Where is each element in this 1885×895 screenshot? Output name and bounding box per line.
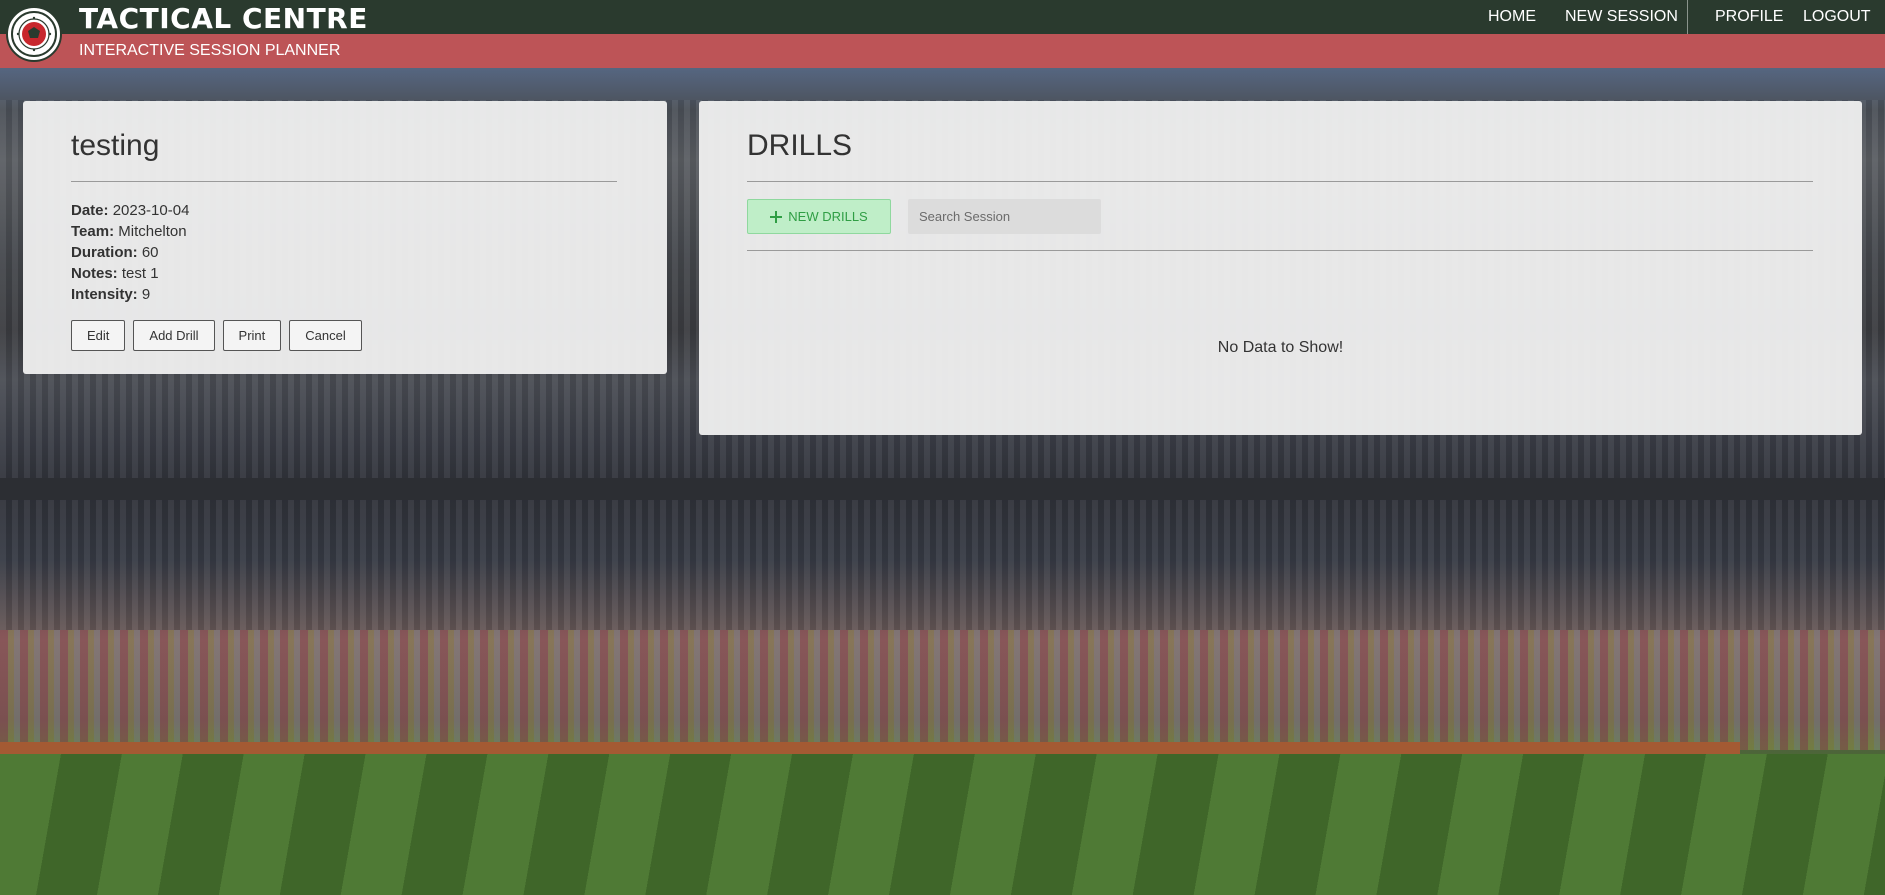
detail-value: Mitchelton — [118, 223, 187, 240]
cancel-button[interactable]: Cancel — [289, 320, 362, 351]
session-divider — [71, 181, 617, 182]
nav-home-link[interactable]: HOME — [1488, 8, 1536, 26]
detail-value: test 1 — [121, 265, 159, 282]
drills-divider-bottom — [747, 250, 1813, 251]
session-details-list: Date: 2023-10-04 Team: Mitchelton Durati… — [71, 200, 189, 305]
empty-state-message: No Data to Show! — [1217, 339, 1344, 356]
nav-profile-link[interactable]: PROFILE — [1715, 8, 1783, 26]
drills-divider-top — [747, 181, 1813, 182]
session-details-panel: testing Date: 2023-10-04 Team: Mitchelto… — [23, 101, 667, 374]
logo-badge-icon — [11, 11, 57, 57]
drills-heading: DRILLS — [747, 129, 853, 162]
nav-item-home[interactable]: HOME — [1488, 0, 1536, 34]
session-actions: Edit Add Drill Print Cancel — [71, 320, 370, 351]
detail-row-date: Date: 2023-10-04 — [71, 200, 189, 221]
nav-new-session-link[interactable]: NEW SESSION — [1565, 8, 1678, 26]
stadium-crowd — [0, 630, 1885, 750]
drills-panel: DRILLS NEW DRILLS No Data to Show! — [699, 101, 1862, 435]
search-session-input[interactable] — [908, 199, 1101, 234]
stadium-roof — [0, 478, 1885, 500]
brand-subtitle: INTERACTIVE SESSION PLANNER — [79, 42, 341, 59]
nav-logout-link[interactable]: LOGOUT — [1803, 8, 1871, 26]
detail-row-notes: Notes: test 1 — [71, 263, 189, 284]
detail-value: 2023-10-04 — [112, 202, 190, 219]
logo[interactable] — [6, 6, 62, 62]
stadium-lower-stands — [0, 500, 1885, 630]
brand-title[interactable]: TACTICAL CENTRE — [79, 2, 368, 36]
nav-item-profile[interactable]: PROFILE — [1715, 0, 1783, 34]
nav-item-logout[interactable]: LOGOUT — [1803, 0, 1871, 34]
detail-row-duration: Duration: 60 — [71, 242, 189, 263]
detail-label: Notes: — [71, 265, 118, 282]
nav-item-new-session[interactable]: NEW SESSION — [1565, 0, 1678, 34]
print-button[interactable]: Print — [222, 320, 282, 351]
detail-label: Intensity: — [71, 286, 138, 303]
detail-row-team: Team: Mitchelton — [71, 221, 189, 242]
detail-value: 9 — [141, 286, 151, 303]
edit-button[interactable]: Edit — [71, 320, 126, 351]
session-title: testing — [71, 129, 160, 162]
add-drill-button[interactable]: Add Drill — [133, 320, 215, 351]
new-drills-label: NEW DRILLS — [788, 209, 868, 224]
advertising-board — [0, 742, 1740, 754]
football-pitch — [0, 754, 1885, 895]
detail-label: Team: — [71, 223, 115, 240]
detail-row-intensity: Intensity: 9 — [71, 284, 189, 305]
detail-value: 60 — [141, 244, 159, 261]
plus-icon — [770, 210, 783, 223]
nav-divider — [1687, 0, 1688, 34]
detail-label: Date: — [71, 202, 109, 219]
new-drills-button[interactable]: NEW DRILLS — [747, 199, 891, 234]
detail-label: Duration: — [71, 244, 138, 261]
